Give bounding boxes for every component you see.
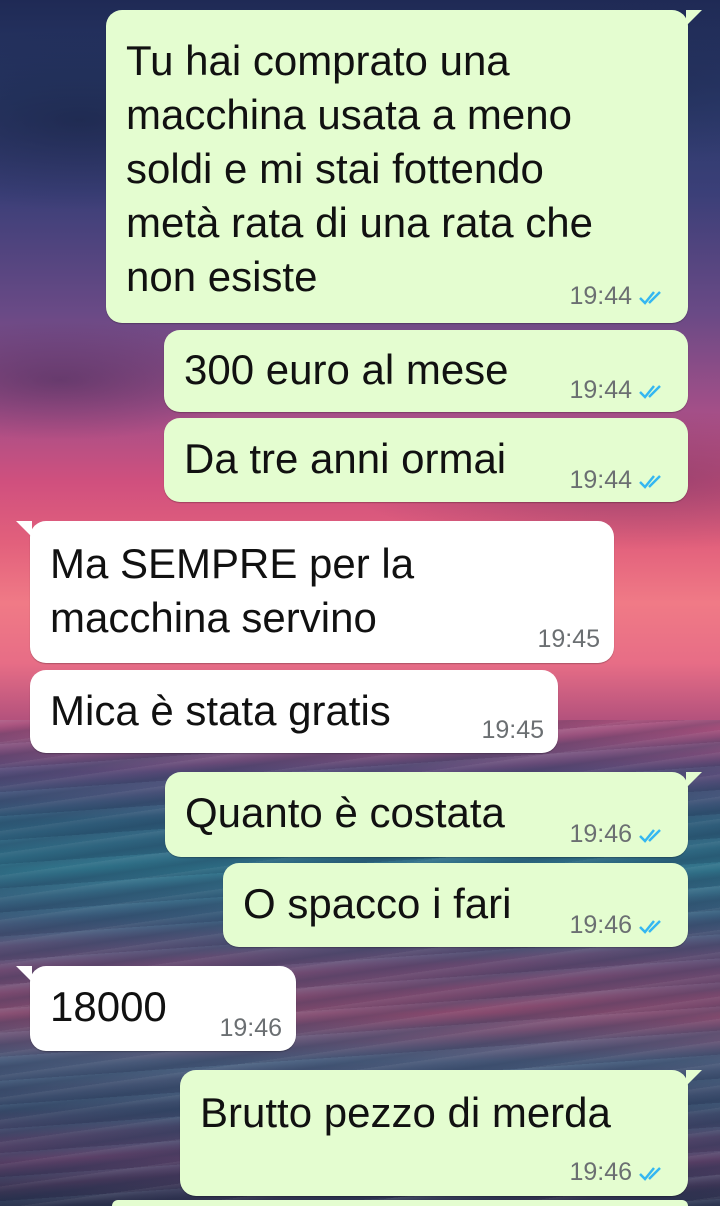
double-check-icon	[639, 1166, 661, 1181]
message-text: Tu hai comprato una macchina usata a men…	[126, 37, 593, 300]
message-meta: 19:44	[569, 466, 668, 495]
message-text: 300 euro al mese	[184, 346, 509, 393]
message-meta: 19:44	[569, 282, 668, 311]
message-meta: 19:46	[569, 911, 668, 940]
message-text: Brutto pezzo di merda	[200, 1089, 611, 1136]
message-bubble-outgoing[interactable]: Quanto è costata 19:46	[165, 772, 702, 857]
message-bubble-incoming[interactable]: 18000 19:46	[16, 966, 296, 1051]
message-text: O spacco i fari	[243, 880, 512, 927]
double-check-icon	[639, 474, 661, 489]
message-text: Ma SEMPRE per la macchina servino	[50, 540, 415, 641]
message-meta: 19:44	[569, 376, 668, 405]
message-bubble-outgoing[interactable]: Brutto pezzo di merda 19:46	[180, 1070, 702, 1196]
double-check-icon	[639, 384, 661, 399]
message-meta: 19:45	[537, 625, 600, 654]
message-bubble-outgoing[interactable]: Da tre anni ormai 19:44	[164, 418, 688, 502]
message-text: Mica è stata gratis	[50, 687, 391, 734]
message-meta: 19:46	[219, 1014, 282, 1043]
message-bubble-outgoing[interactable]: 300 euro al mese 19:44	[164, 330, 688, 412]
message-time: 19:45	[481, 716, 544, 744]
message-time: 19:46	[569, 820, 632, 848]
message-time: 19:46	[569, 911, 632, 939]
message-bubble-incoming[interactable]: Mica è stata gratis 19:45	[30, 670, 558, 753]
message-text: Quanto è costata	[185, 789, 505, 836]
message-time: 19:44	[569, 282, 632, 310]
message-meta: 19:46	[569, 1158, 668, 1187]
double-check-icon	[639, 828, 661, 843]
message-time: 19:46	[569, 1158, 632, 1186]
message-text: 18000	[50, 983, 167, 1030]
message-bubble-outgoing[interactable]: Tu hai comprato una macchina usata a men…	[106, 10, 702, 323]
message-text: Da tre anni ormai	[184, 435, 507, 482]
message-time: 19:44	[569, 466, 632, 494]
double-check-icon	[639, 919, 661, 934]
message-time: 19:45	[537, 625, 600, 653]
message-time: 19:46	[219, 1014, 282, 1042]
message-time: 19:44	[569, 376, 632, 404]
message-bubble-outgoing-partial[interactable]	[112, 1200, 688, 1206]
message-bubble-incoming[interactable]: Ma SEMPRE per la macchina servino 19:45	[16, 521, 614, 663]
message-meta: 19:46	[569, 820, 668, 849]
message-meta: 19:45	[481, 716, 544, 745]
double-check-icon	[639, 290, 661, 305]
message-bubble-outgoing[interactable]: O spacco i fari 19:46	[223, 863, 688, 947]
